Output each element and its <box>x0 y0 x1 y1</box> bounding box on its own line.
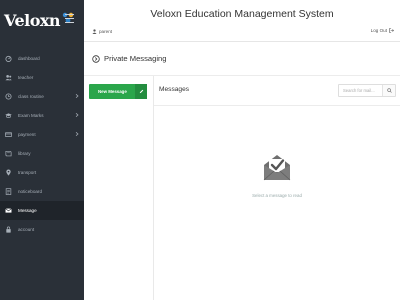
sidebar-item-dashboard[interactable]: dashboard <box>0 49 84 68</box>
new-message-button[interactable]: New Message <box>89 84 147 99</box>
new-message-edit <box>135 84 147 99</box>
user-name: parent <box>99 29 113 34</box>
sidebar-item-label: noticeboard <box>18 189 43 194</box>
hamburger-line <box>65 17 74 20</box>
top-header: Veloxn Education Management System paren… <box>84 0 400 42</box>
sign-out-icon <box>389 28 394 33</box>
app-title: Veloxn Education Management System <box>150 8 334 20</box>
logout-label: Log Out <box>370 28 387 33</box>
sidebar-item-label: Exam Marks <box>18 113 44 118</box>
chevron-right-icon <box>75 113 79 117</box>
document-icon <box>5 188 12 195</box>
search-icon <box>386 88 392 93</box>
search-button[interactable] <box>382 85 395 96</box>
sidebar-item-noticeboard[interactable]: noticeboard <box>0 182 84 201</box>
sidebar-item-label: Message <box>18 208 37 213</box>
message-list-pane: New Message <box>84 76 154 300</box>
hamburger-line <box>65 14 74 16</box>
sidebar-item-account[interactable]: account <box>0 220 84 239</box>
user-icon <box>92 29 97 34</box>
sidebar-item-label: account <box>18 227 35 232</box>
hamburger-line <box>65 21 74 23</box>
envelope-read-icon <box>263 155 291 181</box>
sidebar-item-teacher[interactable]: teacher <box>0 68 84 87</box>
search-input[interactable] <box>339 85 382 96</box>
sidebar-item-label: dashboard <box>18 56 40 61</box>
message-view-pane: Messages Select a message to read <box>154 76 400 300</box>
graduation-cap-icon <box>5 113 12 118</box>
messages-title: Messages <box>159 86 190 93</box>
user-menu[interactable]: parent <box>92 29 112 34</box>
search-box <box>338 84 396 97</box>
sidebar: Veloxn dashboard teacher class routine E… <box>0 0 84 300</box>
new-message-label: New Message <box>98 89 127 94</box>
menu-toggle-button[interactable] <box>65 14 74 23</box>
sidebar-item-exam-marks[interactable]: Exam Marks <box>0 106 84 125</box>
sidebar-item-label: teacher <box>18 75 34 80</box>
page-title-row: Private Messaging <box>84 42 400 76</box>
users-icon <box>5 75 12 81</box>
dashboard-icon <box>5 55 12 62</box>
sidebar-item-label: payment <box>18 132 36 137</box>
chevron-right-icon <box>75 94 79 98</box>
sidebar-item-label: transport <box>18 170 37 175</box>
logout-button[interactable]: Log Out <box>371 28 394 33</box>
sidebar-item-library[interactable]: library <box>0 144 84 163</box>
sidebar-item-class-routine[interactable]: class routine <box>0 87 84 106</box>
sidebar-nav: dashboard teacher class routine Exam Mar… <box>0 49 84 239</box>
app-logo[interactable]: Veloxn <box>4 11 61 30</box>
circle-arrow-icon <box>92 54 100 63</box>
book-icon <box>5 150 12 157</box>
page-title: Private Messaging <box>104 54 167 63</box>
sidebar-item-payment[interactable]: payment <box>0 125 84 144</box>
lock-icon <box>6 226 11 233</box>
messaging-panel: New Message Messages Selec <box>84 76 400 300</box>
empty-state-text: Select a message to read <box>252 193 302 198</box>
clock-icon <box>5 93 12 100</box>
pencil-icon <box>139 89 143 94</box>
sidebar-item-label: library <box>18 151 31 156</box>
location-icon <box>6 169 11 176</box>
logo-bar: Veloxn <box>0 0 84 40</box>
envelope-icon <box>5 208 12 213</box>
sidebar-item-label: class routine <box>18 94 44 99</box>
chevron-right-icon <box>75 132 79 136</box>
empty-state: Select a message to read <box>154 152 400 198</box>
messages-header: Messages <box>154 76 400 106</box>
credit-card-icon <box>5 132 12 137</box>
sidebar-item-transport[interactable]: transport <box>0 163 84 182</box>
sidebar-item-message[interactable]: Message <box>0 201 84 220</box>
